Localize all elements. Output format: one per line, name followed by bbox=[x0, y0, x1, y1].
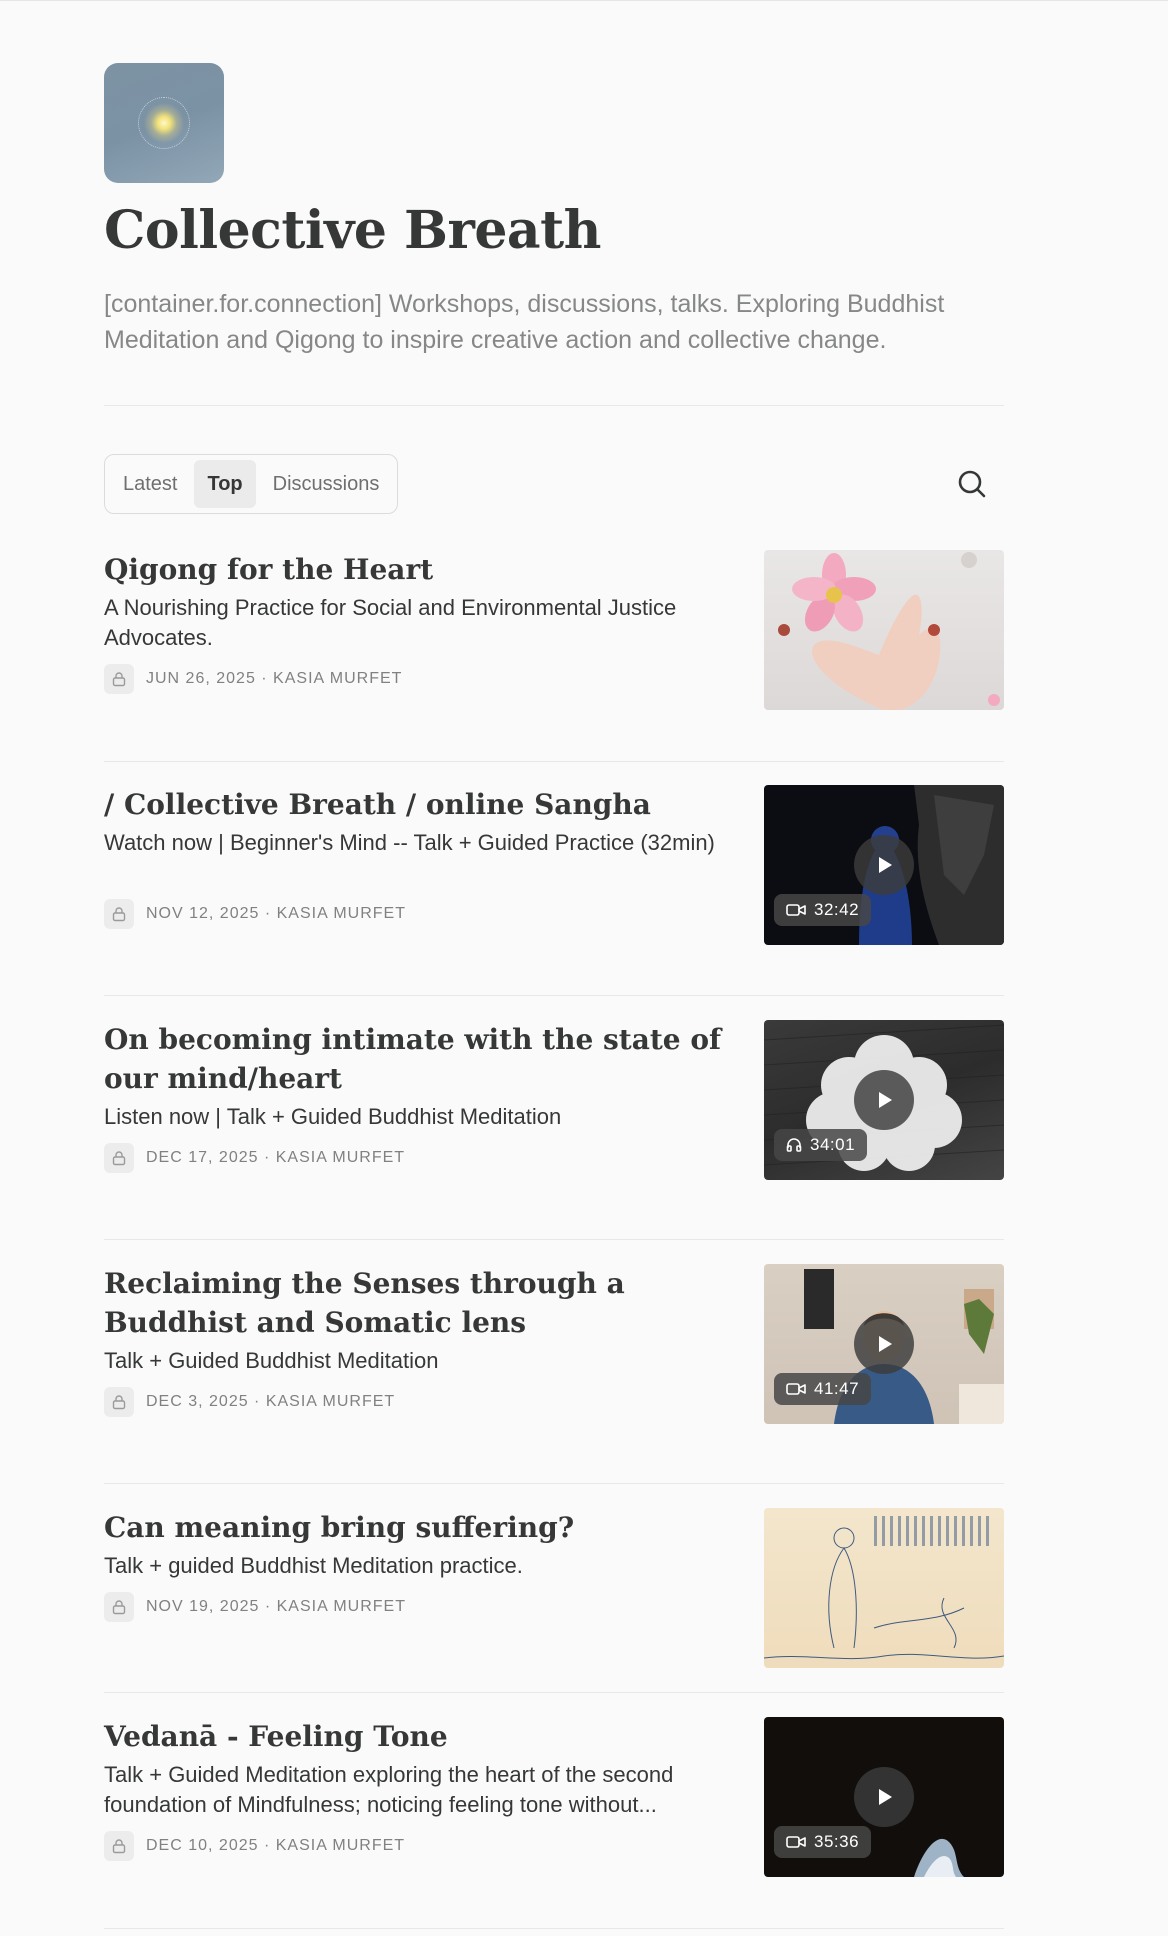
post-title[interactable]: Vedanā - Feeling Tone bbox=[104, 1717, 724, 1756]
search-button[interactable] bbox=[954, 466, 990, 502]
tab-top[interactable]: Top bbox=[194, 460, 256, 508]
post-divider bbox=[104, 1928, 1004, 1929]
post-subtitle: Listen now | Talk + Guided Buddhist Medi… bbox=[104, 1104, 562, 1129]
post-meta: DEC 3, 2025 · KASIA MURFET bbox=[104, 1387, 395, 1417]
post-thumbnail[interactable]: 35:36 bbox=[764, 1717, 1004, 1877]
play-button[interactable] bbox=[854, 1767, 914, 1827]
ink-drawing-image bbox=[764, 1516, 1004, 1660]
post-title[interactable]: Can meaning bring suffering? bbox=[104, 1508, 724, 1547]
play-icon bbox=[879, 1789, 892, 1805]
post-date-author: JUN 26, 2025 · KASIA MURFET bbox=[146, 670, 403, 687]
duration-badge: 34:01 bbox=[774, 1129, 868, 1161]
post-title[interactable]: On becoming intimate with the state of o… bbox=[104, 1020, 724, 1098]
post-thumbnail[interactable] bbox=[764, 550, 1004, 710]
search-icon bbox=[958, 470, 986, 498]
play-icon bbox=[879, 857, 892, 873]
post-meta: NOV 12, 2025 · KASIA MURFET bbox=[104, 899, 406, 929]
lock-icon bbox=[104, 1831, 134, 1861]
duration-text: 41:47 bbox=[814, 1379, 860, 1398]
duration-badge: 35:36 bbox=[774, 1826, 872, 1858]
lock-icon bbox=[104, 1592, 134, 1622]
tab-latest[interactable]: Latest bbox=[110, 460, 190, 508]
duration-badge: 32:42 bbox=[774, 894, 872, 926]
post-thumbnail[interactable]: 34:01 bbox=[764, 1020, 1004, 1180]
publication-title[interactable]: Collective Breath bbox=[104, 200, 601, 261]
post-meta: JUN 26, 2025 · KASIA MURFET bbox=[104, 664, 402, 694]
post-date-author: DEC 3, 2025 · KASIA MURFET bbox=[146, 1393, 396, 1410]
play-button[interactable] bbox=[854, 1314, 914, 1374]
duration-text: 34:01 bbox=[810, 1135, 856, 1154]
lock-icon bbox=[104, 899, 134, 929]
post-date-author: NOV 12, 2025 · KASIA MURFET bbox=[146, 905, 406, 922]
video-camera-icon bbox=[786, 904, 806, 916]
play-button[interactable] bbox=[854, 1070, 914, 1130]
post-divider bbox=[104, 995, 1004, 996]
post-date-author: DEC 17, 2025 · KASIA MURFET bbox=[146, 1149, 406, 1166]
header-divider bbox=[104, 405, 1004, 406]
post-divider bbox=[104, 1692, 1004, 1693]
publication-logo[interactable] bbox=[104, 63, 224, 183]
post-thumbnail[interactable] bbox=[764, 1508, 1004, 1668]
post-subtitle: Talk + guided Buddhist Meditation practi… bbox=[104, 1553, 523, 1578]
post-title[interactable]: / Collective Breath / online Sangha bbox=[104, 785, 724, 824]
lock-icon bbox=[104, 1143, 134, 1173]
headphones-icon bbox=[786, 1138, 802, 1152]
post-title[interactable]: Reclaiming the Senses through a Buddhist… bbox=[104, 1264, 724, 1342]
post-subtitle: Watch now | Beginner's Mind -- Talk + Gu… bbox=[104, 830, 715, 855]
duration-text: 35:36 bbox=[814, 1832, 860, 1851]
post-meta: NOV 19, 2025 · KASIA MURFET bbox=[104, 1592, 406, 1622]
publication-description: [container.for.connection] Workshops, di… bbox=[104, 290, 945, 354]
post-divider bbox=[104, 1483, 1004, 1484]
post-subtitle: Talk + Guided Buddhist Meditation bbox=[104, 1348, 439, 1373]
post-divider bbox=[104, 1239, 1004, 1240]
video-camera-icon bbox=[786, 1383, 806, 1395]
post-filter-tabs: Latest Top Discussions bbox=[104, 454, 399, 514]
post-divider bbox=[104, 761, 1004, 762]
post-meta: DEC 17, 2025 · KASIA MURFET bbox=[104, 1143, 405, 1173]
play-button[interactable] bbox=[854, 835, 914, 895]
top-border bbox=[0, 0, 1168, 1]
post-date-author: NOV 19, 2025 · KASIA MURFET bbox=[146, 1598, 406, 1615]
duration-badge: 41:47 bbox=[774, 1373, 872, 1405]
flower-image bbox=[778, 552, 1000, 710]
lock-icon bbox=[104, 664, 134, 694]
post-meta: DEC 10, 2025 · KASIA MURFET bbox=[104, 1831, 405, 1861]
logo-sun bbox=[144, 103, 184, 143]
tab-discussions[interactable]: Discussions bbox=[260, 460, 393, 508]
post-subtitle: A Nourishing Practice for Social and Env… bbox=[104, 595, 677, 650]
play-icon bbox=[879, 1092, 892, 1108]
video-camera-icon bbox=[786, 1836, 806, 1848]
post-title[interactable]: Qigong for the Heart bbox=[104, 550, 724, 589]
lock-icon bbox=[104, 1387, 134, 1417]
play-icon bbox=[879, 1336, 892, 1352]
post-date-author: DEC 10, 2025 · KASIA MURFET bbox=[146, 1837, 406, 1854]
post-subtitle: Talk + Guided Meditation exploring the h… bbox=[104, 1762, 674, 1817]
post-thumbnail[interactable]: 32:42 bbox=[764, 785, 1004, 945]
post-thumbnail[interactable]: 41:47 bbox=[764, 1264, 1004, 1424]
duration-text: 32:42 bbox=[814, 900, 860, 919]
